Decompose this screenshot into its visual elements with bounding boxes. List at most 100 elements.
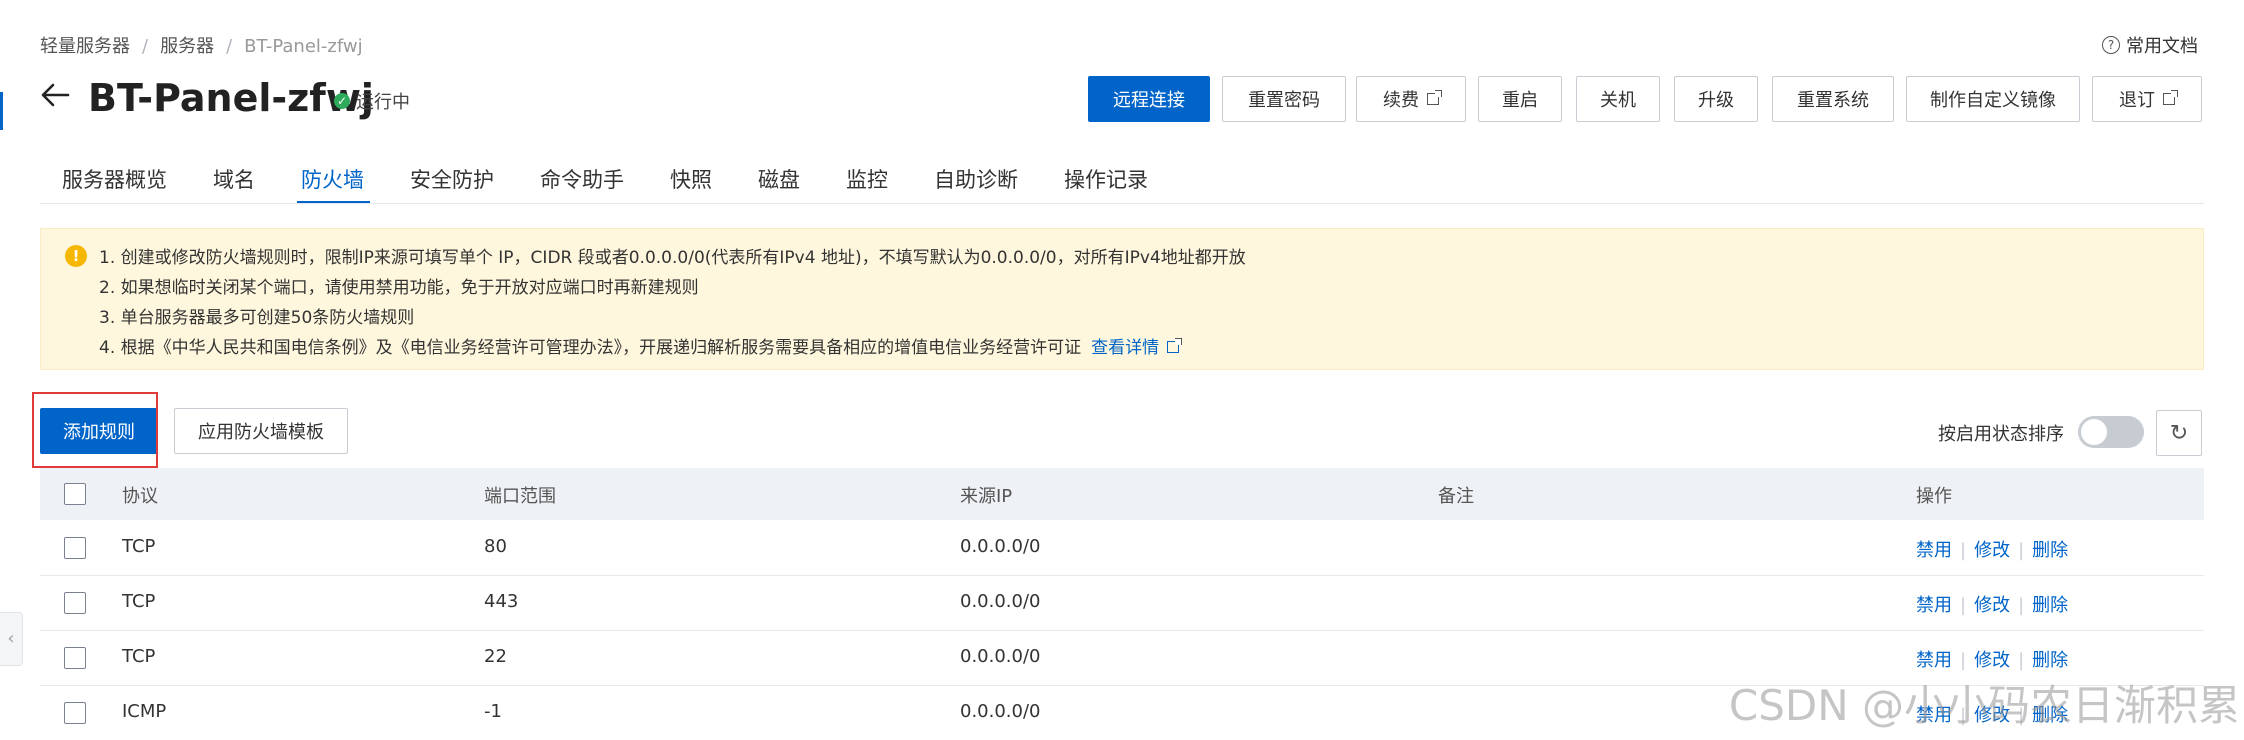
action-divider: | <box>2018 650 2025 671</box>
remote-connect-button[interactable]: 远程连接 <box>1088 76 1210 122</box>
collapse-sidebar-handle[interactable]: ‹ <box>0 612 23 666</box>
refresh-icon: ↻ <box>2169 420 2189 446</box>
refresh-button[interactable]: ↻ <box>2156 410 2202 456</box>
create-custom-image-button[interactable]: 制作自定义镜像 <box>1906 76 2080 122</box>
action-divider: | <box>2018 595 2025 616</box>
renew-label: 续费 <box>1383 90 1419 111</box>
tab-self-diagnosis[interactable]: 自助诊断 <box>912 158 1042 204</box>
row-source-ip: 0.0.0.0/0 <box>960 591 1041 612</box>
left-accent-bar <box>0 92 3 130</box>
tab-monitor[interactable]: 监控 <box>824 158 912 204</box>
row-port-range: 22 <box>484 646 507 667</box>
edit-link[interactable]: 修改 <box>1974 595 2010 616</box>
row-checkbox[interactable] <box>64 702 86 724</box>
row-checkbox[interactable] <box>64 647 86 669</box>
breadcrumb-separator: / <box>226 36 233 57</box>
highlight-box <box>32 392 158 468</box>
table-header: 协议 端口范围 来源IP 备注 操作 <box>40 468 2204 520</box>
delete-link[interactable]: 删除 <box>2032 540 2068 561</box>
delete-link[interactable]: 删除 <box>2032 650 2068 671</box>
reset-system-label: 重置系统 <box>1797 90 1869 111</box>
row-port-range: 80 <box>484 536 507 557</box>
notice-line: 2. 如果想临时关闭某个端口，请使用禁用功能，免于开放对应端口时再新建规则 <box>99 278 699 298</box>
row-checkbox[interactable] <box>64 592 86 614</box>
tab-firewall[interactable]: 防火墙 <box>279 158 388 204</box>
column-header-remark: 备注 <box>1438 486 1474 507</box>
notice-line: 1. 创建或修改防火墙规则时，限制IP来源可填写单个 IP，CIDR 段或者0.… <box>99 248 1246 268</box>
status-text: 运行中 <box>356 92 410 113</box>
column-header-port-range: 端口范围 <box>484 486 556 507</box>
tab-security[interactable]: 安全防护 <box>388 158 518 204</box>
reset-system-button[interactable]: 重置系统 <box>1772 76 1894 122</box>
shutdown-button[interactable]: 关机 <box>1576 76 1660 122</box>
restart-label: 重启 <box>1502 90 1538 111</box>
row-source-ip: 0.0.0.0/0 <box>960 701 1041 722</box>
column-header-actions: 操作 <box>1916 486 1952 507</box>
create-custom-image-label: 制作自定义镜像 <box>1930 90 2056 111</box>
row-protocol: TCP <box>122 591 156 612</box>
renew-button[interactable]: 续费 <box>1356 76 1466 122</box>
notice-line: 3. 单台服务器最多可创建50条防火墙规则 <box>99 308 415 328</box>
breadcrumb-lightweight-server[interactable]: 轻量服务器 <box>40 36 130 57</box>
restart-button[interactable]: 重启 <box>1478 76 1562 122</box>
action-divider: | <box>2018 540 2025 561</box>
sort-by-status-label: 按启用状态排序 <box>1938 424 2064 445</box>
reset-password-button[interactable]: 重置密码 <box>1222 76 1346 122</box>
apply-template-button[interactable]: 应用防火墙模板 <box>174 408 348 454</box>
external-link-icon <box>2163 90 2178 105</box>
firewall-notice: ! 1. 创建或修改防火墙规则时，限制IP来源可填写单个 IP，CIDR 段或者… <box>40 228 2204 370</box>
notice-line-text: 4. 根据《中华人民共和国电信条例》及《电信业务经营许可管理办法》，开展递归解析… <box>99 338 1082 358</box>
disable-link[interactable]: 禁用 <box>1916 540 1952 561</box>
edit-link[interactable]: 修改 <box>1974 650 2010 671</box>
row-source-ip: 0.0.0.0/0 <box>960 536 1041 557</box>
disable-link[interactable]: 禁用 <box>1916 595 1952 616</box>
upgrade-button[interactable]: 升级 <box>1674 76 1758 122</box>
view-details-link[interactable]: 查看详情 <box>1091 338 1183 358</box>
row-port-range: -1 <box>484 701 502 722</box>
external-link-icon <box>1427 90 1442 105</box>
sort-by-status-toggle[interactable] <box>2078 416 2144 448</box>
tab-domain[interactable]: 域名 <box>191 158 279 204</box>
row-port-range: 443 <box>484 591 519 612</box>
watermark: CSDN @小小码农日渐积累 <box>1728 681 2240 730</box>
notice-lines: 1. 创建或修改防火墙规则时，限制IP来源可填写单个 IP，CIDR 段或者0.… <box>99 243 1246 363</box>
breadcrumb-current: BT-Panel-zfwj <box>244 36 363 57</box>
shutdown-label: 关机 <box>1600 90 1636 111</box>
select-all-checkbox[interactable] <box>64 483 86 505</box>
action-divider: | <box>1960 540 1967 561</box>
disable-link[interactable]: 禁用 <box>1916 650 1952 671</box>
page-title: BT-Panel-zfwj <box>88 76 374 120</box>
notice-line: 4. 根据《中华人民共和国电信条例》及《电信业务经营许可管理办法》，开展递归解析… <box>99 333 1246 363</box>
reset-password-label: 重置密码 <box>1248 90 1320 111</box>
tab-disk[interactable]: 磁盘 <box>736 158 824 204</box>
row-protocol: ICMP <box>122 701 167 722</box>
view-details-label: 查看详情 <box>1091 338 1160 358</box>
tab-snapshot[interactable]: 快照 <box>648 158 736 204</box>
row-protocol: TCP <box>122 536 156 557</box>
common-docs-link[interactable]: ? 常用文档 <box>2102 32 2198 58</box>
row-checkbox[interactable] <box>64 537 86 559</box>
delete-link[interactable]: 删除 <box>2032 595 2068 616</box>
row-actions: 禁用 | 修改 | 删除 <box>1916 536 2068 562</box>
status-badge: ✓ 运行中 <box>334 88 410 114</box>
back-arrow-icon[interactable] <box>38 78 72 112</box>
edit-link[interactable]: 修改 <box>1974 540 2010 561</box>
refund-label: 退订 <box>2119 90 2155 111</box>
remote-connect-label: 远程连接 <box>1113 90 1185 111</box>
breadcrumb-separator: / <box>142 36 149 57</box>
tab-command-assistant[interactable]: 命令助手 <box>518 158 648 204</box>
tab-operation-log[interactable]: 操作记录 <box>1042 158 1172 204</box>
action-divider: | <box>1960 595 1967 616</box>
warning-icon: ! <box>65 245 87 267</box>
apply-template-label: 应用防火墙模板 <box>198 422 324 443</box>
toggle-knob <box>2081 419 2107 445</box>
external-link-icon <box>1167 338 1183 353</box>
refund-button[interactable]: 退订 <box>2092 76 2202 122</box>
row-actions: 禁用 | 修改 | 删除 <box>1916 646 2068 672</box>
breadcrumb-servers[interactable]: 服务器 <box>160 36 214 57</box>
table-row: TCP 443 0.0.0.0/0 禁用 | 修改 | 删除 <box>40 576 2204 631</box>
common-docs-label: 常用文档 <box>2126 36 2198 57</box>
tab-overview[interactable]: 服务器概览 <box>40 158 191 204</box>
breadcrumb: 轻量服务器 / 服务器 / BT-Panel-zfwj <box>40 32 363 58</box>
row-protocol: TCP <box>122 646 156 667</box>
